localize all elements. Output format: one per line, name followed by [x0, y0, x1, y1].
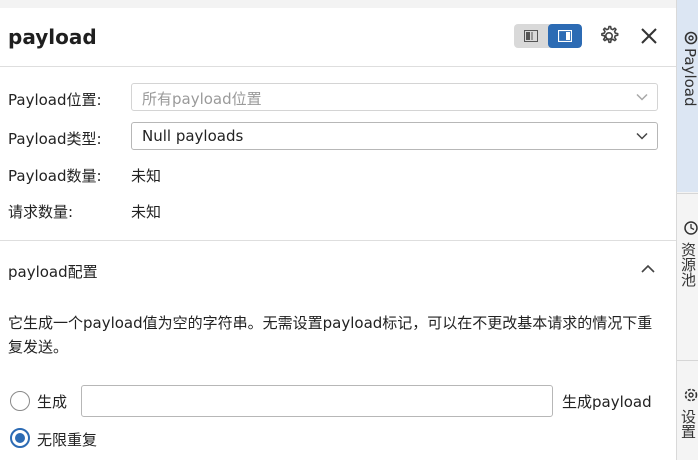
- payload-position-value: 所有payload位置: [142, 90, 262, 108]
- payload-panel: payload Payload位置: 所有payload位置 Payload类型…: [0, 8, 676, 460]
- layout-toggle[interactable]: [514, 24, 582, 48]
- panel-left-icon: [524, 30, 538, 42]
- payload-count-value: 未知: [131, 167, 162, 185]
- config-title: payload配置: [8, 263, 98, 281]
- chevron-down-icon: [636, 93, 648, 101]
- gear-icon: [601, 25, 619, 44]
- chevron-down-icon: [636, 132, 648, 140]
- right-sidebar: Payload 资源池 设置: [676, 0, 698, 460]
- generate-count-input[interactable]: [81, 385, 553, 417]
- repeat-forever-label: 无限重复: [37, 431, 98, 449]
- payload-position-label: Payload位置:: [8, 91, 102, 109]
- panel-right-icon: [558, 30, 572, 42]
- settings-icon: [684, 388, 698, 402]
- tab-resource-pool-label: 资源池: [679, 242, 697, 287]
- repeat-forever-radio[interactable]: [10, 428, 30, 448]
- generate-suffix: 生成payload: [562, 393, 652, 411]
- request-count-label: 请求数量:: [8, 203, 74, 221]
- settings-button[interactable]: [596, 23, 622, 49]
- panel-title: payload: [8, 25, 97, 49]
- tab-payload-label: Payload: [681, 48, 698, 107]
- payload-type-select[interactable]: Null payloads: [131, 122, 658, 150]
- close-icon: [641, 28, 657, 44]
- chevron-up-icon: [641, 264, 655, 273]
- config-description: 它生成一个payload值为空的字符串。无需设置payload标记，可以在不更改…: [8, 314, 653, 356]
- layout-left-option[interactable]: [514, 24, 548, 48]
- layout-right-option[interactable]: [548, 24, 582, 48]
- generate-label: 生成: [37, 393, 68, 411]
- payload-type-label: Payload类型:: [8, 130, 102, 148]
- collapse-button[interactable]: [636, 257, 660, 281]
- clock-icon: [684, 221, 698, 235]
- panel-header: payload: [0, 8, 676, 67]
- close-button[interactable]: [636, 23, 662, 49]
- payload-form: Payload位置: 所有payload位置 Payload类型: Null p…: [0, 67, 676, 241]
- gear-icon: [684, 31, 698, 45]
- tab-resource-pool[interactable]: 资源池: [677, 193, 698, 360]
- payload-count-label: Payload数量:: [8, 167, 102, 185]
- tab-payload[interactable]: Payload: [677, 0, 698, 192]
- payload-position-select[interactable]: 所有payload位置: [131, 83, 658, 111]
- generate-radio[interactable]: [10, 391, 30, 411]
- payload-config-section: payload配置 它生成一个payload值为空的字符串。无需设置payloa…: [0, 241, 676, 460]
- request-count-value: 未知: [131, 203, 162, 221]
- tab-settings-label: 设置: [679, 409, 697, 439]
- payload-type-value: Null payloads: [142, 127, 244, 145]
- tab-settings[interactable]: 设置: [677, 360, 698, 460]
